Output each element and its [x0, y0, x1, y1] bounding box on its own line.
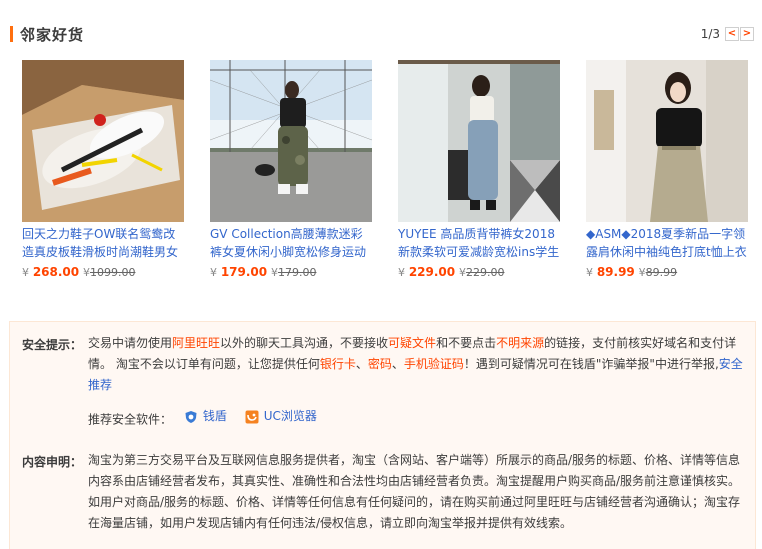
password-keyword: 密码 — [367, 357, 392, 371]
product-image[interactable] — [210, 60, 372, 222]
text-segment: 和不要点击 — [436, 336, 497, 350]
header-accent-bar — [10, 26, 13, 42]
qiandun-label: 钱盾 — [202, 409, 227, 423]
section-title: 邻家好货 — [20, 26, 85, 44]
text-segment: ！遇到可疑情况可在钱盾"诈骗举报"中进行举报, — [463, 357, 719, 371]
currency-symbol: ¥ — [586, 266, 593, 279]
original-price: 179.00 — [277, 266, 317, 279]
text-segment: 交易中请勿使用 — [88, 336, 173, 350]
original-price: 89.99 — [645, 266, 678, 279]
text-segment: 、 — [391, 357, 404, 371]
sms-code-keyword: 手机验证码 — [403, 357, 464, 371]
next-page-button[interactable]: > — [740, 27, 754, 41]
aliwangwang-keyword: 阿里旺旺 — [172, 336, 221, 350]
product-card[interactable]: GV Collection高腰薄款迷彩裤女夏休闲小脚宽松修身运动束 ¥ 179.… — [210, 60, 372, 279]
product-title[interactable]: ◆ASM◆2018夏季新品一字领露肩休闲中袖纯色打底t恤上衣 — [586, 225, 748, 261]
product-price: ¥ 89.99 ¥89.99 — [586, 265, 748, 279]
original-price: 1099.00 — [89, 266, 136, 279]
current-price: 268.00 — [32, 265, 80, 279]
product-title[interactable]: 回天之力鞋子OW联名鸳鸯改造真皮板鞋滑板时尚潮鞋男女 — [22, 225, 184, 261]
section-header: 邻家好货 1/3 < > — [0, 0, 762, 48]
product-price: ¥ 268.00 ¥1099.00 — [22, 265, 184, 279]
bank-card-keyword: 银行卡 — [319, 357, 356, 371]
prev-page-button[interactable]: < — [725, 27, 739, 41]
product-image[interactable] — [398, 60, 560, 222]
currency-symbol-old: ¥ — [638, 266, 646, 279]
currency-symbol-old: ¥ — [270, 266, 278, 279]
qiandun-link[interactable]: 钱盾 — [184, 406, 227, 427]
pager: 1/3 < > — [701, 26, 754, 42]
currency-symbol: ¥ — [22, 266, 29, 279]
text-segment: 以外的聊天工具沟通，不要接收 — [220, 336, 389, 350]
product-image[interactable] — [22, 60, 184, 222]
uc-browser-link[interactable]: UC浏览器 — [245, 406, 317, 427]
currency-symbol-old: ¥ — [458, 266, 466, 279]
currency-symbol: ¥ — [210, 266, 217, 279]
original-price: 229.00 — [465, 266, 505, 279]
safety-tip-label: 安全提示： — [22, 338, 83, 352]
currency-symbol-old: ¥ — [82, 266, 90, 279]
content-statement-text: 淘宝为第三方交易平台及互联网信息服务提供者，淘宝（含网站、客户端等）所展示的商品… — [88, 453, 741, 530]
software-row: 推荐安全软件： 钱盾 UC浏览器 — [88, 406, 317, 431]
current-price: 179.00 — [220, 265, 268, 279]
uc-browser-label: UC浏览器 — [263, 409, 317, 423]
safety-tip-text: 交易中请勿使用阿里旺旺以外的聊天工具沟通，不要接收可疑文件和不要点击不明来源的链… — [88, 333, 748, 396]
product-title[interactable]: YUYEE 高品质背带裤女2018新款柔软可爱减龄宽松ins学生 — [398, 225, 560, 261]
product-list: 回天之力鞋子OW联名鸳鸯改造真皮板鞋滑板时尚潮鞋男女 ¥ 268.00 ¥109… — [22, 60, 762, 280]
suspicious-files-keyword: 可疑文件 — [388, 336, 437, 350]
unknown-source-keyword: 不明来源 — [496, 336, 545, 350]
current-price: 89.99 — [596, 265, 635, 279]
current-price: 229.00 — [408, 265, 456, 279]
product-card[interactable]: ◆ASM◆2018夏季新品一字领露肩休闲中袖纯色打底t恤上衣 ¥ 89.99 ¥… — [586, 60, 748, 279]
product-card[interactable]: YUYEE 高品质背带裤女2018新款柔软可爱减龄宽松ins学生 ¥ 229.0… — [398, 60, 560, 279]
currency-symbol: ¥ — [398, 266, 405, 279]
product-price: ¥ 229.00 ¥229.00 — [398, 265, 560, 279]
uc-browser-icon — [245, 410, 259, 423]
notice-panel: 安全提示： 交易中请勿使用阿里旺旺以外的聊天工具沟通，不要接收可疑文件和不要点击… — [9, 321, 756, 549]
content-statement-label: 内容申明： — [22, 455, 83, 469]
product-title[interactable]: GV Collection高腰薄款迷彩裤女夏休闲小脚宽松修身运动束 — [210, 225, 372, 261]
shield-icon — [185, 410, 197, 423]
page-indicator: 1/3 — [700, 27, 720, 41]
product-image[interactable] — [586, 60, 748, 222]
text-segment: 、 — [355, 357, 368, 371]
product-card[interactable]: 回天之力鞋子OW联名鸳鸯改造真皮板鞋滑板时尚潮鞋男女 ¥ 268.00 ¥109… — [22, 60, 184, 279]
product-price: ¥ 179.00 ¥179.00 — [210, 265, 372, 279]
software-label: 推荐安全软件： — [88, 412, 173, 427]
